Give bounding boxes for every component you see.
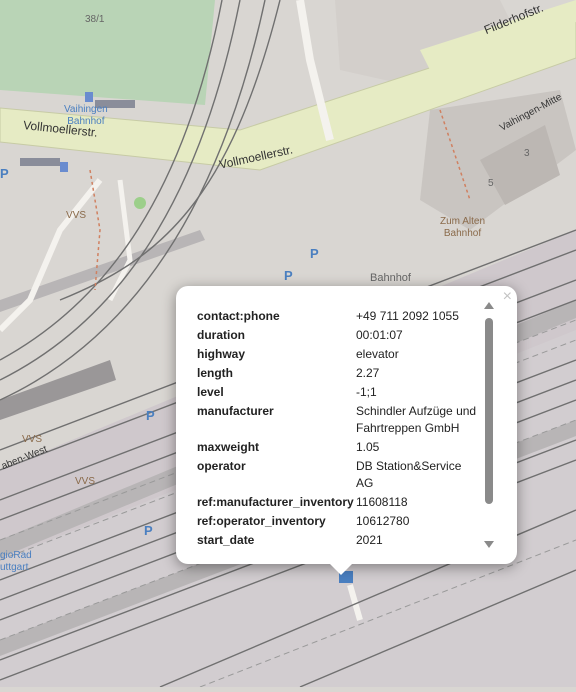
tag-value: elevator xyxy=(356,347,399,361)
tag-row: highway elevator xyxy=(197,346,477,363)
tag-value: -1;1 xyxy=(356,385,377,399)
close-button[interactable]: × xyxy=(503,288,512,306)
tag-key: highway xyxy=(197,347,246,361)
tag-row: operator DB Station&Service AG xyxy=(197,458,477,492)
tag-value: Schindler Aufzüge und Fahrtreppen GmbH xyxy=(356,404,477,435)
tag-row: duration 00:01:07 xyxy=(197,327,477,344)
parking-label-1: P xyxy=(310,246,319,261)
parking-label-5: P xyxy=(0,166,9,181)
scroll-down-icon[interactable] xyxy=(484,541,494,548)
parking-label-3: P xyxy=(146,408,155,423)
tag-key: ref:operator_inventory xyxy=(197,514,326,528)
tag-value: 10612780 xyxy=(356,514,410,528)
tag-key: length xyxy=(197,366,233,380)
tag-row: start_date 2021 xyxy=(197,532,477,546)
tag-row: contact:phone +49 711 2092 1055 xyxy=(197,308,477,325)
popup-scrollbar[interactable] xyxy=(483,302,495,548)
tag-key: operator xyxy=(197,459,246,473)
tag-value: 00:01:07 xyxy=(356,328,403,342)
tag-row: ref:manufacturer_inventory 11608118 xyxy=(197,494,477,511)
poi-label-regiorad: gioRad uttgart xyxy=(0,550,32,573)
tag-row: maxweight 1.05 xyxy=(197,439,477,456)
tag-value: 2021 xyxy=(356,533,383,546)
tag-row: manufacturer Schindler Aufzüge und Fahrtr… xyxy=(197,403,477,437)
tag-key: ref:manufacturer_inventory xyxy=(197,495,354,509)
tag-value: 1.05 xyxy=(356,440,380,454)
tag-row: ref:operator_inventory 10612780 xyxy=(197,513,477,530)
parking-label-2: P xyxy=(284,268,293,283)
poi-label-vaihingen-bahnhof: Vaihingen Bahnhof xyxy=(64,104,108,127)
tag-table: contact:phone +49 711 2092 1055 duration 0… xyxy=(197,308,477,546)
tag-value: DB Station&Service AG xyxy=(356,459,462,490)
scrollbar-thumb[interactable] xyxy=(485,318,493,504)
scroll-up-icon[interactable] xyxy=(484,302,494,309)
poi-label-vvs-2: VVS xyxy=(22,434,43,445)
park-area xyxy=(0,0,215,105)
tag-key: contact:phone xyxy=(197,309,280,323)
tag-value: 2.27 xyxy=(356,366,380,380)
poi-label-bahnhof: Bahnhof xyxy=(370,272,411,284)
tag-key: manufacturer xyxy=(197,404,274,418)
housenumber-38-1: 38/1 xyxy=(85,14,105,25)
poi-label-vvs-1: VVS xyxy=(66,210,87,221)
housenumber-5: 5 xyxy=(488,178,494,189)
tag-key: start_date xyxy=(197,533,255,546)
parking-label-4: P xyxy=(144,523,153,538)
tag-key: duration xyxy=(197,328,245,342)
popup-tip xyxy=(329,563,353,575)
tag-key: maxweight xyxy=(197,440,260,454)
poi-label-vvs-3: VVS xyxy=(75,476,96,487)
tag-value: +49 711 2092 1055 xyxy=(356,309,459,323)
poi-label-zum-alten-bahnhof: Zum Alten Bahnhof xyxy=(440,216,486,239)
tag-row: level -1;1 xyxy=(197,384,477,401)
tag-value: 11608118 xyxy=(356,495,408,509)
tag-key: level xyxy=(197,385,224,399)
feature-popup: × contact:phone +49 711 2092 1055 duratio… xyxy=(176,286,517,564)
housenumber-3: 3 xyxy=(524,148,530,159)
tag-row: length 2.27 xyxy=(197,365,477,382)
